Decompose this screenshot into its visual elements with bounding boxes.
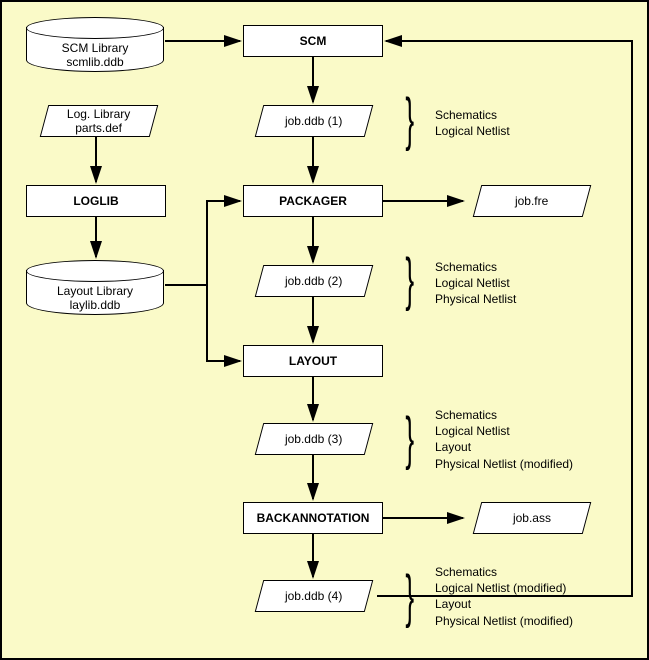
job-ddb-4-file: job.ddb (4) [255,580,374,612]
flowchart-canvas: SCM Libraryscmlib.ddb Layout Librarylayl… [0,0,649,660]
job-ass-file-label: job.ass [513,511,551,525]
annotation-2: SchematicsLogical NetlistPhysical Netlis… [435,259,516,308]
job-ddb-2-file-label: job.ddb (2) [285,274,342,288]
brace-icon: } [405,568,414,626]
backannotation-process: BACKANNOTATION [243,502,383,534]
annotation-1: SchematicsLogical Netlist [435,107,510,139]
scm-process: SCM [243,25,383,57]
job-ddb-1-file: job.ddb (1) [255,105,374,137]
job-ass-file: job.ass [473,502,592,534]
brace-icon: } [405,251,414,309]
packager-process: PACKAGER [243,185,383,217]
layout-process: LAYOUT [243,345,383,377]
log-library-file: Log. Libraryparts.def [40,105,159,137]
job-fre-file: job.fre [473,185,592,217]
brace-icon: } [405,410,414,468]
job-ddb-2-file: job.ddb (2) [255,265,374,297]
job-ddb-3-file: job.ddb (3) [255,423,374,455]
scm-process-label: SCM [300,34,327,48]
scm-library-label: SCM Libraryscmlib.ddb [27,27,163,70]
log-library-file-label: Log. Libraryparts.def [67,107,130,136]
job-fre-file-label: job.fre [515,194,548,208]
brace-icon: } [405,91,414,149]
packager-process-label: PACKAGER [279,194,347,208]
scm-library-db: SCM Libraryscmlib.ddb [26,27,164,72]
annotation-3: SchematicsLogical NetlistLayoutPhysical … [435,407,573,472]
layout-library-db: Layout Librarylaylib.ddb [26,270,164,315]
backannotation-process-label: BACKANNOTATION [257,511,370,525]
layout-library-label: Layout Librarylaylib.ddb [27,270,163,313]
annotation-4: SchematicsLogical Netlist (modified)Layo… [435,564,573,629]
loglib-process-label: LOGLIB [73,194,118,208]
job-ddb-1-file-label: job.ddb (1) [285,114,342,128]
loglib-process: LOGLIB [26,185,166,217]
layout-process-label: LAYOUT [289,354,337,368]
job-ddb-3-file-label: job.ddb (3) [285,432,342,446]
flow-arrows [2,2,647,658]
job-ddb-4-file-label: job.ddb (4) [285,589,342,603]
